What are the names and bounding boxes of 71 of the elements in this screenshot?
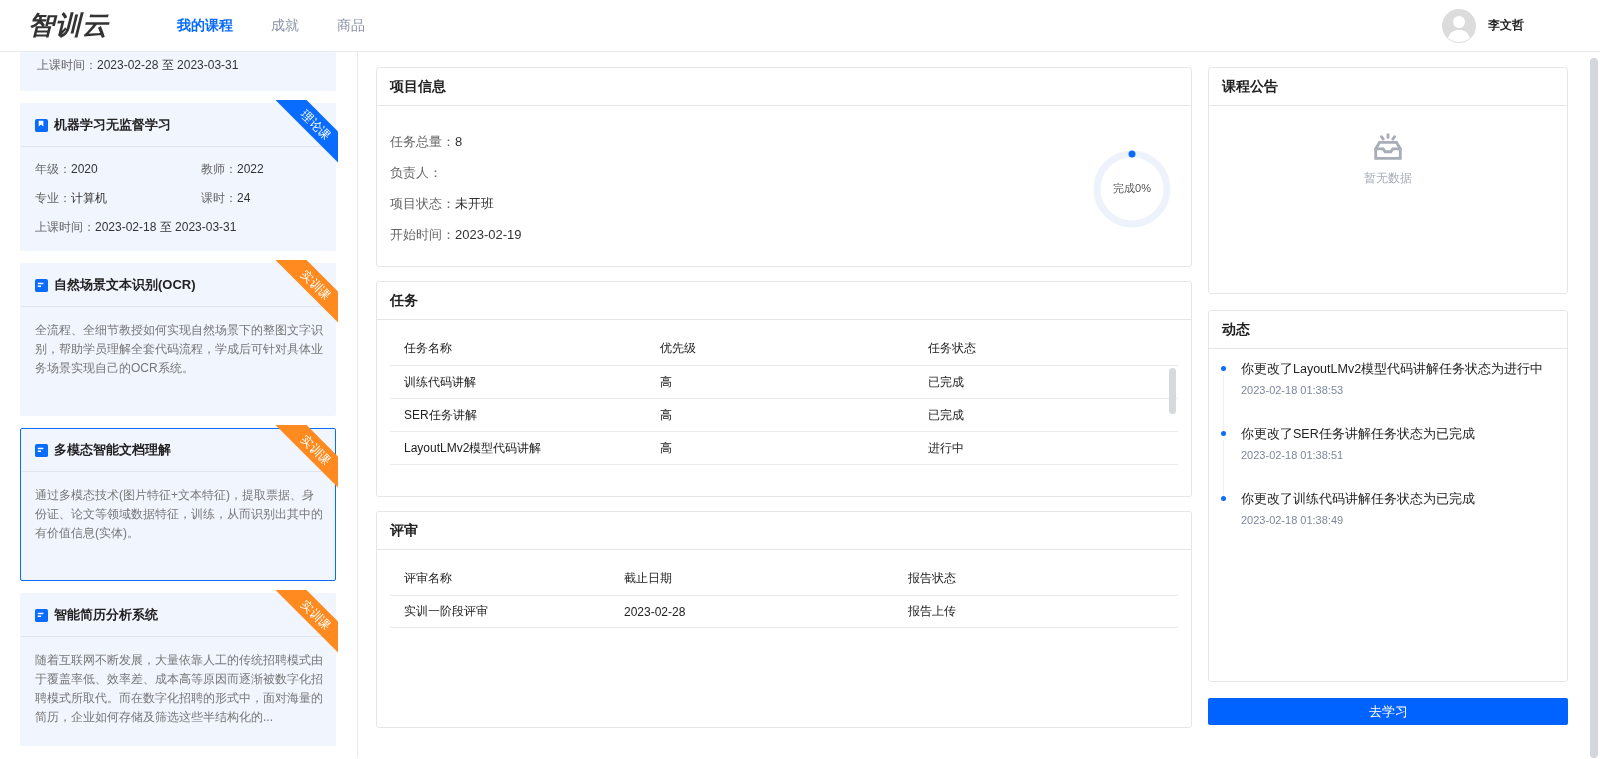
course-card[interactable]: 上课时间：2023-02-28 至 2023-03-31: [20, 52, 336, 91]
course-title: 多模态智能文档理解: [54, 441, 171, 459]
course-title: 机器学习无监督学习: [54, 116, 171, 134]
course-type-ribbon: 实训课: [275, 425, 338, 489]
timeline-dot: [1221, 496, 1226, 501]
course-description: 随着互联网不断发展，大量依靠人工的传统招聘模式由于覆盖率低、效率差、成本高等原因而逐渐被数字化招聘模式所取代。而在数字化招聘的形式中，面对海量的简历，企业如何存储及筛选这些半结构化的...: [35, 652, 323, 726]
course-field: 课时：24: [201, 190, 323, 207]
activity-time: 2023-02-18 01:38:53: [1241, 384, 1345, 396]
table-cell-text: 训练代码讲解: [404, 373, 477, 391]
course-card[interactable]: 实训课 智能简历分析系统 随着互联网不断发展，大量依靠人工的传统招聘模式由于覆盖率低、效率差、成本高等原因而逐渐被数字化招聘模式所取代。而在数字化招聘的形式中，面对海量的简历，企业如何存储及筛选这些半结构化的...: [20, 593, 336, 746]
course-type-ribbon: 理论课: [275, 100, 338, 164]
scrollbar-thumb[interactable]: [1590, 58, 1598, 758]
activity-text: 你更改了SER任务讲解任务状态为已完成: [1241, 426, 1476, 443]
table-cell-text: 实训一阶段评审: [404, 603, 489, 620]
card-title: 课程公告: [1209, 68, 1567, 106]
card-title: 项目信息: [377, 68, 1191, 106]
table-cell-text: SER任务讲解: [404, 406, 478, 424]
column-header: 评审名称: [404, 570, 453, 587]
course-description: 全流程、全细节教授如何实现自然场景下的整图文字识别，帮助学员理解全套代码流程，学成后可针对具体业务场景实现自己的OCR系统。: [35, 322, 323, 377]
book-icon: [35, 608, 48, 622]
course-card[interactable]: 实训课 自然场景文本识别(OCR) 全流程、全细节教授如何实现自然场景下的整图文字识别，帮助学员理解全套代码流程，学成后可针对具体业务场景实现自己的OCR系统。: [20, 263, 336, 416]
logo: 智训云: [28, 9, 109, 42]
column-header: 报告状态: [908, 570, 956, 587]
table-cell-text: 高: [660, 373, 673, 391]
course-title: 自然场景文本识别(OCR): [54, 276, 196, 294]
info-field: 负责人：: [390, 164, 1090, 182]
column-header: 优先级: [660, 340, 697, 357]
course-field: 专业：计算机: [35, 190, 201, 207]
course-title: 智能简历分析系统: [54, 606, 158, 624]
column-header: 任务状态: [928, 340, 976, 357]
empty-text: 暂无数据: [1364, 170, 1412, 187]
column-header: 截止日期: [624, 570, 673, 587]
course-field: 教师：2022: [201, 161, 323, 178]
nav-tab[interactable]: 我的课程: [177, 16, 233, 35]
info-field: 开始时间：2023-02-19: [390, 226, 1090, 244]
timeline-dot: [1221, 431, 1226, 436]
table-cell: 已完成: [928, 373, 964, 391]
study-button[interactable]: 去学习: [1208, 698, 1568, 725]
table-cell: 报告上传: [908, 603, 956, 620]
book-icon: [35, 443, 48, 457]
table-cell-text: 2023-02-28: [624, 604, 687, 619]
card-title: 动态: [1209, 311, 1567, 349]
activity-text: 你更改了训练代码讲解任务状态为已完成: [1241, 491, 1476, 508]
card-title: 评审: [377, 512, 1191, 550]
progress-label: 完成0%: [1112, 180, 1152, 196]
course-field: 年级：2020: [35, 161, 201, 178]
table-cell: 已完成: [928, 406, 964, 424]
course-description: 通过多模态技术(图片特征+文本特征)，提取票据、身份证、论文等领域数据特征，训练，从而识别出其中的有价值信息(实体)。: [35, 487, 323, 542]
scrollbar-thumb[interactable]: [1169, 368, 1176, 414]
course-card[interactable]: 理论课 机器学习无监督学习 年级：2020 教师：2022 专业：计算机 课时：24 上课时间：2023-02-18 至 2023-03-31: [20, 103, 336, 251]
avatar-icon[interactable]: [1442, 8, 1476, 43]
timeline-dot: [1221, 366, 1226, 371]
course-schedule: 上课时间：2023-02-28 至 2023-03-31: [37, 57, 240, 74]
table-cell-text: 高: [660, 439, 673, 457]
activity-time: 2023-02-18 01:38:51: [1241, 449, 1345, 461]
table-cell-text: LayoutLMv2模型代码讲解: [404, 439, 543, 457]
activity-time: 2023-02-18 01:38:49: [1241, 514, 1345, 526]
user-name[interactable]: 李文哲: [1488, 17, 1524, 34]
course-type-ribbon: 实训课: [275, 590, 338, 654]
activity-text: 你更改了LayoutLMv2模型代码讲解任务状态为进行中: [1241, 361, 1545, 378]
table-cell: 进行中: [928, 439, 964, 457]
table-cell-text: 高: [660, 406, 673, 424]
book-icon: [35, 118, 48, 132]
book-icon: [35, 278, 48, 292]
info-field: 项目状态：未开班: [390, 195, 1090, 213]
info-field: 任务总量：8: [390, 133, 1090, 151]
card-title: 任务: [377, 282, 1191, 320]
course-card[interactable]: 实训课 多模态智能文档理解 通过多模态技术(图片特征+文本特征)，提取票据、身份证、论文等领域数据特征，训练，从而识别出其中的有价值信息(实体)。: [20, 428, 336, 581]
course-schedule: 上课时间：2023-02-18 至 2023-03-31: [35, 219, 238, 236]
column-header: 任务名称: [404, 340, 453, 357]
course-type-ribbon: 实训课: [275, 260, 338, 324]
